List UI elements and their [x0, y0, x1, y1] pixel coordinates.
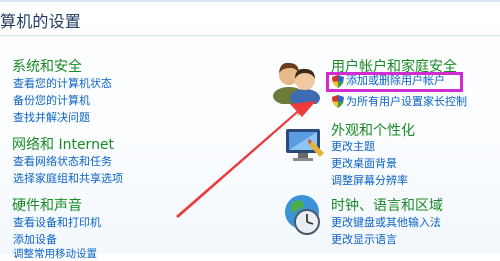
page-title: 算机的设置 [0, 12, 82, 31]
link-view-network-status[interactable]: 查看网络状态和任务 [13, 155, 112, 169]
appearance-icon[interactable] [282, 123, 326, 165]
highlight-box [326, 72, 463, 92]
title-separator [0, 35, 500, 36]
link-change-desktop-background[interactable]: 更改桌面背景 [331, 157, 397, 171]
link-find-fix-problems[interactable]: 查找并解决问题 [13, 111, 90, 125]
category-network-title[interactable]: 网络和 Internet [12, 134, 114, 154]
link-devices-printers[interactable]: 查看设备和打印机 [13, 216, 101, 230]
link-change-theme[interactable]: 更改主题 [331, 140, 375, 154]
top-border [0, 0, 500, 2]
control-panel-window: 算机的设置 系统和安全 查看您的计算机状态 备份您的计算机 查找并解决问题 网络… [0, 0, 500, 260]
link-view-computer-status[interactable]: 查看您的计算机状态 [13, 77, 112, 91]
link-change-display-language[interactable]: 更改显示语言 [331, 233, 397, 247]
category-system-security-title[interactable]: 系统和安全 [12, 56, 82, 76]
category-hardware-sound-title[interactable]: 硬件和声音 [12, 195, 82, 215]
uac-shield-icon [332, 95, 344, 108]
link-backup-computer[interactable]: 备份您的计算机 [13, 94, 90, 108]
clock-language-region-icon[interactable] [282, 192, 326, 238]
user-accounts-icon[interactable] [272, 58, 322, 104]
link-change-input-method[interactable]: 更改键盘或其他输入法 [331, 216, 441, 230]
category-appearance-title[interactable]: 外观和个性化 [331, 120, 415, 140]
link-add-device[interactable]: 添加设备 [13, 233, 57, 247]
link-mobility-settings[interactable]: 调整常用移动设置 [13, 247, 97, 261]
link-adjust-resolution[interactable]: 调整屏幕分辨率 [331, 174, 408, 188]
link-homegroup-sharing[interactable]: 选择家庭组和共享选项 [13, 172, 123, 186]
category-clock-language-title[interactable]: 时钟、语言和区域 [331, 195, 443, 215]
link-parental-controls[interactable]: 为所有用户设置家长控制 [346, 95, 467, 109]
